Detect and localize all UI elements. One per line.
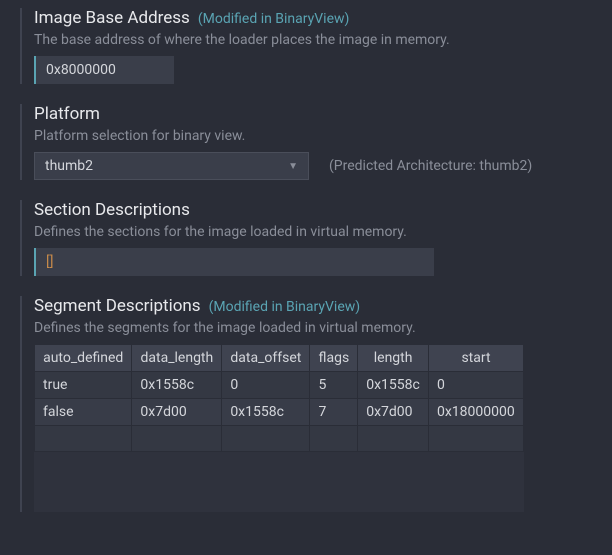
cell-data-length[interactable]: 0x1558c [132,372,222,399]
table-row-empty[interactable] [35,426,524,452]
image-base-input[interactable] [34,56,174,84]
cell-start[interactable]: 0x18000000 [428,399,523,426]
segments-section: Segment Descriptions (Modified in Binary… [20,296,592,512]
image-base-desc: The base address of where the loader pla… [34,32,592,48]
cell-data-offset[interactable]: 0x1558c [222,399,310,426]
sections-section: Section Descriptions Defines the section… [20,200,592,276]
image-base-title: Image Base Address [34,8,190,28]
bracket-close: ] [50,254,54,270]
cell-flags[interactable]: 5 [310,372,358,399]
image-base-section: Image Base Address (Modified in BinaryVi… [20,8,592,84]
platform-value: thumb2 [45,158,93,174]
segments-modified: (Modified in BinaryView) [209,299,361,315]
image-base-modified: (Modified in BinaryView) [198,11,350,27]
segments-desc: Defines the segments for the image loade… [34,320,592,336]
sections-input[interactable]: [] [34,248,434,276]
cell-data-length[interactable]: 0x7d00 [132,399,222,426]
chevron-down-icon: ▼ [288,161,298,172]
platform-desc: Platform selection for binary view. [34,128,592,144]
sections-desc: Defines the sections for the image loade… [34,224,592,240]
segments-table-wrap: auto_defined data_length data_offset fla… [34,344,592,512]
col-length[interactable]: length [358,345,429,372]
col-data-offset[interactable]: data_offset [222,345,310,372]
cell-auto-defined[interactable]: false [35,399,132,426]
platform-predicted: (Predicted Architecture: thumb2) [329,158,532,174]
cell-length[interactable]: 0x7d00 [358,399,429,426]
col-flags[interactable]: flags [310,345,358,372]
segments-title: Segment Descriptions [34,296,201,316]
table-row[interactable]: true 0x1558c 0 5 0x1558c 0 [35,372,524,399]
cell-length[interactable]: 0x1558c [358,372,429,399]
cell-auto-defined[interactable]: true [35,372,132,399]
sections-title: Section Descriptions [34,200,190,220]
segments-table[interactable]: auto_defined data_length data_offset fla… [34,344,524,452]
cell-flags[interactable]: 7 [310,399,358,426]
cell-start[interactable]: 0 [428,372,523,399]
platform-section: Platform Platform selection for binary v… [20,104,592,180]
col-start[interactable]: start [428,345,523,372]
cell-data-offset[interactable]: 0 [222,372,310,399]
table-row[interactable]: false 0x7d00 0x1558c 7 0x7d00 0x18000000 [35,399,524,426]
platform-dropdown[interactable]: thumb2 ▼ [34,152,309,180]
col-data-length[interactable]: data_length [132,345,222,372]
table-footer-space [34,452,524,512]
platform-title: Platform [34,104,100,124]
col-auto-defined[interactable]: auto_defined [35,345,132,372]
